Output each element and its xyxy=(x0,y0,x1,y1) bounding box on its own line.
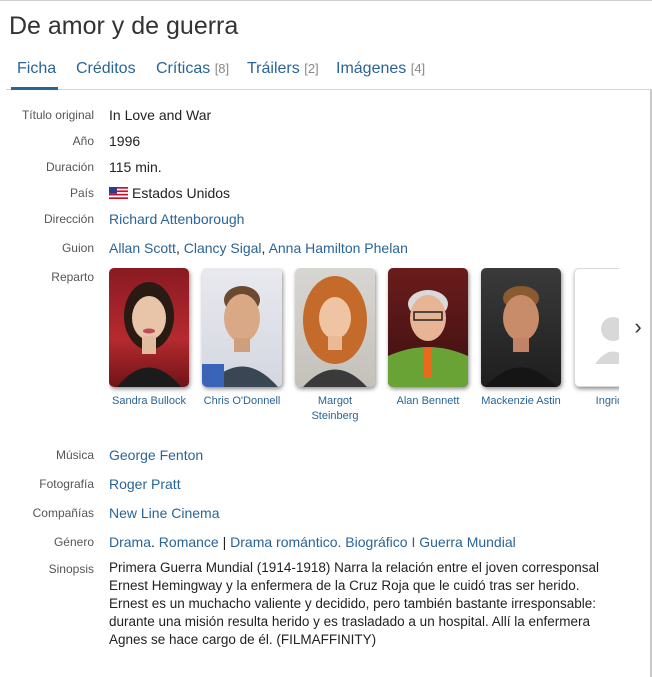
cast-member[interactable]: Alan Bennett xyxy=(388,268,468,409)
label-original-title: Título original xyxy=(21,108,94,122)
composer-link[interactable]: George Fenton xyxy=(109,447,203,463)
portrait-image xyxy=(388,290,468,387)
country-value: Estados Unidos xyxy=(109,185,230,201)
label-genre: Género xyxy=(53,535,94,549)
portrait-image xyxy=(202,286,278,387)
topic-link[interactable]: Drama romántico xyxy=(230,534,337,550)
tab-ficha[interactable]: Ficha xyxy=(11,56,58,90)
genre-separator: | xyxy=(222,534,227,550)
label-year: Año xyxy=(72,134,94,148)
cast-member[interactable]: Mackenzie Astin xyxy=(481,268,561,409)
cast-member[interactable]: Ingrid L xyxy=(574,268,619,409)
actor-name[interactable]: Chris O'Donnell xyxy=(202,394,282,409)
tab-criticas[interactable]: Críticas [8] xyxy=(156,56,229,90)
country-name: Estados Unidos xyxy=(132,185,231,201)
cast-carousel: Sandra Bullock Chris O'Donnell Margot St… xyxy=(109,268,619,428)
top-border xyxy=(0,0,652,1)
actor-photo[interactable] xyxy=(574,268,619,387)
tab-trailers[interactable]: Tráilers [2] xyxy=(247,56,319,90)
label-companies: Compañías xyxy=(32,506,94,520)
tab-count: [4] xyxy=(410,61,426,76)
label-director: Dirección xyxy=(43,212,94,226)
tab-label: Ficha xyxy=(17,60,57,77)
chevron-right-icon[interactable]: › xyxy=(626,310,650,346)
cast-member[interactable]: Margot Steinberg xyxy=(295,268,375,424)
writer-link[interactable]: Allan Scott xyxy=(109,240,176,256)
actor-name[interactable]: Margot Steinberg xyxy=(295,394,375,424)
director-link[interactable]: Richard Attenborough xyxy=(109,211,244,227)
writer-link[interactable]: Anna Hamilton Phelan xyxy=(269,240,408,256)
year-value: 1996 xyxy=(109,133,141,149)
cast-member[interactable]: Chris O'Donnell xyxy=(202,268,282,409)
writer-separator: , xyxy=(175,240,180,256)
label-cast: Reparto xyxy=(51,270,94,284)
topic-link[interactable]: Biográfico xyxy=(345,534,407,550)
tab-creditos[interactable]: Créditos xyxy=(76,56,136,90)
topic-separator: I xyxy=(411,534,416,550)
tab-bar: Ficha Créditos Críticas [8] Tráilers [2]… xyxy=(6,56,652,90)
cinematographer-link[interactable]: Roger Pratt xyxy=(109,476,181,492)
writer-separator: , xyxy=(261,240,266,256)
music-value: George Fenton xyxy=(109,447,203,463)
companies-value: New Line Cinema xyxy=(109,505,220,521)
label-duration: Duración xyxy=(45,160,94,174)
photography-value: Roger Pratt xyxy=(109,476,181,492)
genre-link[interactable]: Romance xyxy=(159,534,219,550)
actor-name[interactable]: Ingrid L xyxy=(574,394,619,409)
topic-separator: . xyxy=(337,534,342,550)
tab-count: [8] xyxy=(214,61,230,76)
actor-photo[interactable] xyxy=(388,268,468,387)
label-music: Música xyxy=(55,448,94,462)
actor-photo[interactable] xyxy=(481,268,561,387)
tab-label: Créditos xyxy=(76,60,136,77)
portrait-image xyxy=(117,282,181,387)
label-photography: Fotografía xyxy=(39,477,94,491)
original-title-value: In Love and War xyxy=(109,107,212,123)
label-country: País xyxy=(69,186,94,200)
writer-link[interactable]: Clancy Sigal xyxy=(184,240,262,256)
portrait-image xyxy=(303,276,367,387)
company-link[interactable]: New Line Cinema xyxy=(109,505,220,521)
genre-separator: . xyxy=(151,534,155,550)
tab-imagenes[interactable]: Imágenes [4] xyxy=(336,56,425,90)
duration-value: 115 min. xyxy=(109,159,162,175)
actor-name[interactable]: Alan Bennett xyxy=(388,394,468,409)
topic-link[interactable]: Guerra Mundial xyxy=(419,534,516,550)
tab-label: Tráilers xyxy=(247,60,300,77)
writer-value: Allan Scott, Clancy Sigal, Anna Hamilton… xyxy=(109,240,408,256)
label-synopsis: Sinopsis xyxy=(48,562,94,576)
us-flag-icon xyxy=(109,187,128,199)
synopsis-line: Primera Guerra Mundial (1914-1918) Narra… xyxy=(109,560,599,575)
label-writer: Guion xyxy=(61,241,94,255)
director-value: Richard Attenborough xyxy=(109,211,244,227)
actor-name[interactable]: Mackenzie Astin xyxy=(481,394,561,409)
synopsis-text: Primera Guerra Mundial (1914-1918) Narra… xyxy=(109,559,629,649)
page-title: De amor y de guerra xyxy=(9,12,239,40)
actor-photo[interactable] xyxy=(202,268,282,387)
tab-count: [2] xyxy=(304,61,319,76)
genre-value: Drama. Romance | Drama romántico. Biográ… xyxy=(109,534,516,550)
tab-label: Imágenes xyxy=(336,60,407,77)
genre-link[interactable]: Drama xyxy=(109,534,151,550)
actor-photo[interactable] xyxy=(109,268,189,387)
cast-member[interactable]: Sandra Bullock xyxy=(109,268,189,409)
synopsis-line: Ernest es un muchacho valiente y decidid… xyxy=(109,596,597,611)
actor-photo[interactable] xyxy=(295,268,375,387)
portrait-image xyxy=(485,286,557,387)
tab-label: Críticas xyxy=(156,60,211,77)
synopsis-line: durante una misión resulta herido y es t… xyxy=(109,614,591,629)
synopsis-line: Agnes se hace cargo de él. (FILMAFFINITY… xyxy=(109,632,377,647)
person-placeholder-icon xyxy=(595,317,619,364)
actor-name[interactable]: Sandra Bullock xyxy=(109,394,189,409)
synopsis-line: Ernest Hemingway y la enfermera de la Cr… xyxy=(109,578,580,593)
